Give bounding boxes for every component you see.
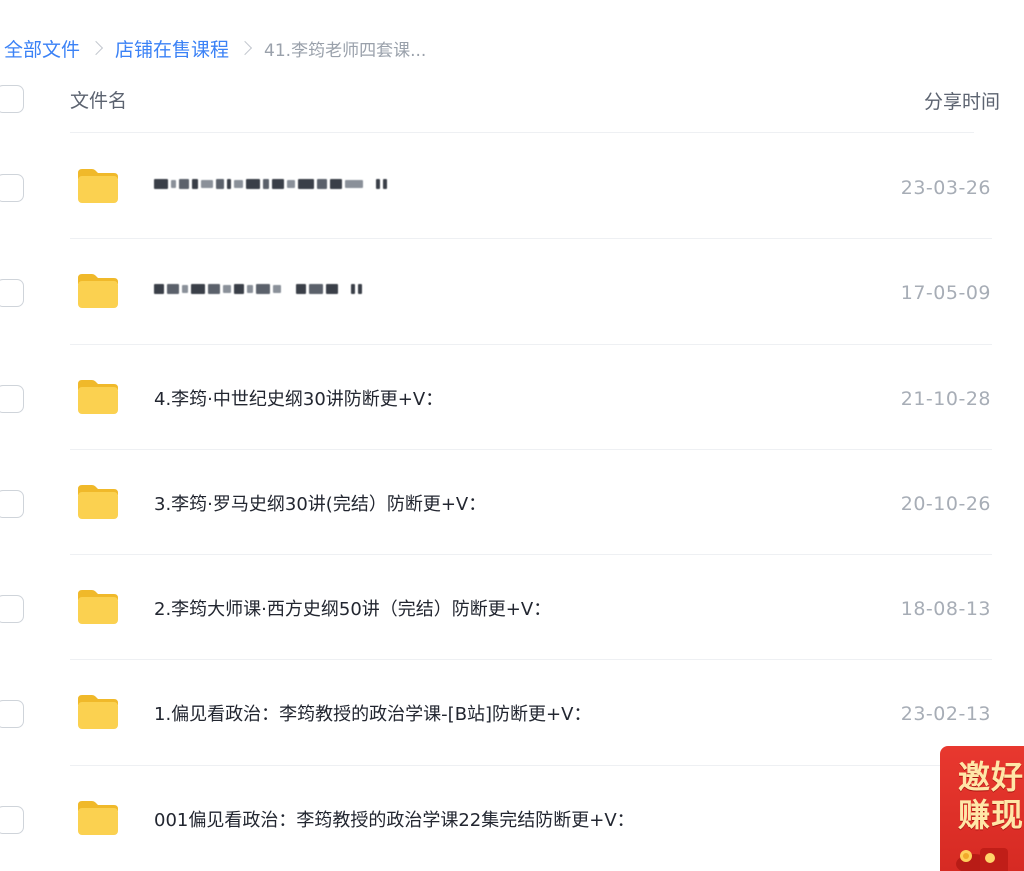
select-all-checkbox[interactable] [0, 85, 24, 113]
list-item[interactable]: 2.李筠大师课·西方史纲50讲（完结）防断更+V： 18-08-13 [0, 555, 1024, 661]
folder-icon [78, 484, 118, 519]
list-item[interactable]: 001偏见看政治：李筠教授的政治学课22集完结防断更+V： 23-0 [0, 766, 1024, 871]
folder-icon [78, 169, 118, 203]
breadcrumb: 全部文件 店铺在售课程 41.李筠老师四套课... [4, 34, 426, 62]
list-header: 文件名 分享时间 [0, 80, 1024, 116]
checkbox-box[interactable] [0, 85, 24, 113]
file-share-time: 23-03-26 [900, 177, 991, 199]
red-envelope-icon [956, 848, 1008, 871]
row-checkbox[interactable] [0, 279, 24, 308]
chevron-right-icon [88, 40, 104, 56]
file-share-time: 23-02-13 [900, 703, 991, 726]
breadcrumb-current: 41.李筠老师四套课... [264, 40, 427, 61]
list-item[interactable]: 3.李筠·罗马史纲30讲(完结）防断更+V： 20-10-26 [0, 450, 1024, 556]
file-browser-page: 全部文件 店铺在售课程 41.李筠老师四套课... 文件名 分享时间 23-03… [0, 0, 1024, 871]
file-name-redacted [154, 279, 365, 299]
row-checkbox[interactable] [0, 805, 24, 834]
file-list: 23-03-26 17-05-09 4.李筠·中世纪史纲30讲防断更+V： 21… [0, 134, 1024, 871]
file-name-redacted [154, 174, 390, 194]
invite-promo-badge[interactable]: 邀好 赚现 [940, 746, 1024, 871]
row-checkbox[interactable] [0, 700, 24, 729]
folder-icon [78, 274, 118, 309]
file-share-time: 17-05-09 [900, 282, 991, 305]
file-share-time: 21-10-28 [900, 387, 991, 410]
folder-icon [78, 800, 118, 835]
file-name[interactable]: 2.李筠大师课·西方史纲50讲（完结）防断更+V： [154, 595, 551, 621]
folder-icon [78, 590, 118, 625]
file-name[interactable]: 3.李筠·罗马史纲30讲(完结）防断更+V： [154, 490, 486, 516]
file-name[interactable]: 4.李筠·中世纪史纲30讲防断更+V： [154, 385, 443, 411]
header-divider [70, 132, 974, 133]
file-name[interactable]: 1.偏见看政治：李筠教授的政治学课-[B站]防断更+V： [154, 700, 591, 726]
folder-icon [78, 695, 118, 730]
row-checkbox[interactable] [0, 384, 24, 413]
list-item[interactable]: 4.李筠·中世纪史纲30讲防断更+V： 21-10-28 [0, 345, 1024, 450]
chevron-right-icon [237, 40, 253, 56]
column-header-filename[interactable]: 文件名 [70, 86, 127, 113]
list-item[interactable]: 17-05-09 [0, 239, 1024, 345]
row-checkbox[interactable] [0, 595, 24, 624]
file-share-time: 20-10-26 [900, 492, 991, 515]
row-checkbox[interactable] [0, 489, 24, 518]
breadcrumb-all-files[interactable]: 全部文件 [4, 35, 80, 62]
folder-icon [78, 379, 118, 414]
breadcrumb-store-courses[interactable]: 店铺在售课程 [115, 35, 229, 62]
row-checkbox[interactable] [0, 174, 24, 202]
column-header-share-time[interactable]: 分享时间 [924, 87, 1000, 114]
list-item[interactable]: 23-03-26 [0, 134, 1024, 240]
list-item[interactable]: 1.偏见看政治：李筠教授的政治学课-[B站]防断更+V： 23-02-13 [0, 660, 1024, 766]
promo-line-2: 赚现 [958, 796, 1024, 834]
file-share-time: 18-08-13 [900, 598, 991, 621]
file-name[interactable]: 001偏见看政治：李筠教授的政治学课22集完结防断更+V： [154, 806, 635, 832]
